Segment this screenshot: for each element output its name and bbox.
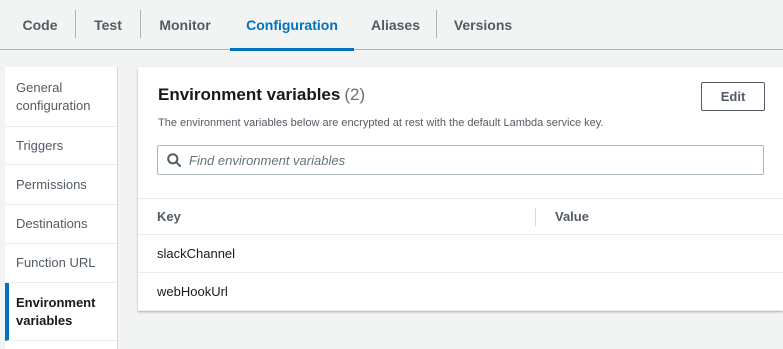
column-divider[interactable]: [535, 208, 536, 226]
sidebar-item-permissions[interactable]: Permissions: [5, 165, 118, 205]
table-row: webHookUrl: [138, 273, 783, 311]
sidebar-item-label: General configuration: [16, 79, 91, 113]
tab-test[interactable]: Test: [76, 0, 140, 50]
tab-versions[interactable]: Versions: [437, 0, 529, 50]
tab-configuration[interactable]: Configuration: [230, 0, 354, 51]
tab-monitor[interactable]: Monitor: [141, 0, 229, 50]
panel-title: Environment variables (2): [158, 85, 365, 105]
variable-key: slackChannel: [157, 246, 236, 261]
sidebar-item-destinations[interactable]: Destinations: [5, 205, 118, 244]
search-input[interactable]: [189, 152, 749, 168]
sidebar-item-function-url[interactable]: Function URL: [5, 244, 118, 283]
tab-aliases[interactable]: Aliases: [355, 0, 436, 50]
sidebar-item-label: Function URL: [16, 255, 96, 270]
tab-label: Configuration: [246, 17, 338, 33]
configuration-sidebar: General configuration Triggers Permissio…: [5, 67, 118, 349]
sidebar-item-environment-variables[interactable]: Environment variables: [5, 283, 118, 341]
column-header-key[interactable]: Key: [157, 199, 181, 234]
sidebar-item-label: Environment variables: [16, 294, 96, 328]
tab-label: Versions: [453, 17, 513, 33]
table-header: Key Value: [138, 198, 783, 235]
search-icon: [167, 153, 181, 167]
environment-variables-panel: Environment variables (2) The environment…: [138, 67, 783, 311]
panel-title-text: Environment variables: [158, 85, 341, 104]
sidebar-item-triggers[interactable]: Triggers: [5, 127, 118, 165]
variable-key: webHookUrl: [157, 284, 228, 299]
tab-label: Code: [22, 17, 58, 33]
tab-label: Monitor: [159, 17, 211, 33]
sidebar-item-label: Destinations: [16, 216, 88, 231]
variable-count: (2): [344, 85, 366, 104]
sidebar-item-general-configuration[interactable]: General configuration: [5, 67, 118, 127]
tab-bar: Code Test Monitor Configuration Aliases …: [0, 0, 783, 51]
table-row: slackChannel: [138, 235, 783, 273]
tab-label: Test: [94, 17, 122, 33]
search-box[interactable]: [157, 145, 764, 175]
tab-code[interactable]: Code: [5, 0, 75, 50]
panel-description: The environment variables below are encr…: [158, 117, 604, 129]
column-header-value[interactable]: Value: [555, 199, 589, 234]
sidebar-item-label: Triggers: [16, 137, 64, 153]
sidebar-item-label: Permissions: [16, 176, 87, 192]
edit-button[interactable]: Edit: [701, 82, 765, 111]
tab-label: Aliases: [370, 17, 421, 33]
